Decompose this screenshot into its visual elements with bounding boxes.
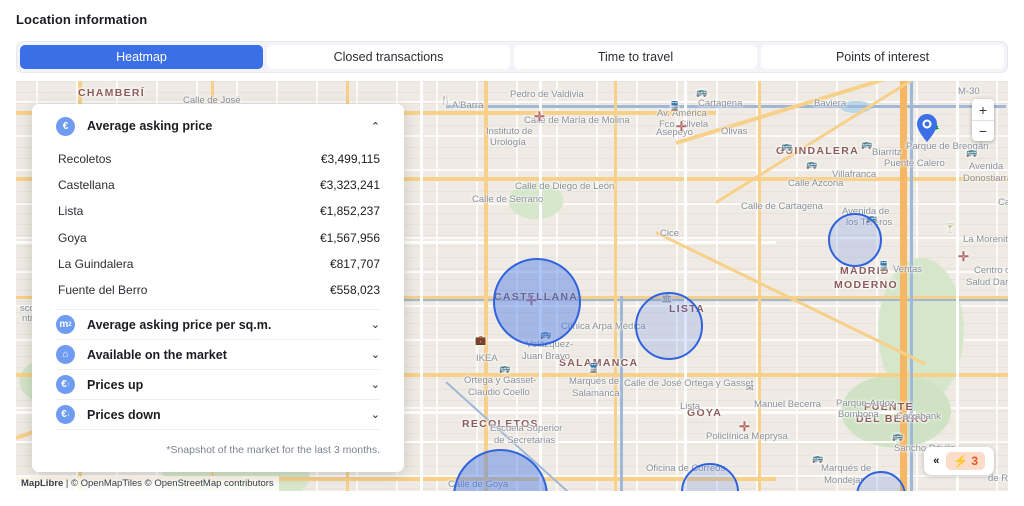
neighborhood-price: €558,023 <box>329 283 380 298</box>
panel-divider <box>56 429 380 444</box>
zoom-in-button[interactable]: + <box>972 99 994 120</box>
shop-icon: 💼 <box>475 335 487 345</box>
heatmap-circle[interactable] <box>828 213 882 267</box>
house-check-icon: ⌂ <box>56 345 75 365</box>
square-meter-icon: m2 <box>56 315 75 335</box>
neighborhood-price: €817,707 <box>329 256 380 271</box>
neighborhood-name: Fuente del Berro <box>58 283 148 298</box>
accordion-title: Prices down <box>87 407 161 422</box>
chevron-down-icon[interactable]: ⌄ <box>371 378 380 391</box>
neighborhood-name: Recoletos <box>58 152 112 167</box>
post-office-icon: ✉ <box>746 383 754 393</box>
hospital-icon: ✛ <box>534 109 545 124</box>
panel-footnote: *Snapshot of the market for the last 3 m… <box>166 444 380 456</box>
map-attribution: MapLibre | © OpenMapTiles © OpenStreetMa… <box>16 476 279 491</box>
accordion-prices-down[interactable]: € ↓ Prices down ⌄ <box>56 399 380 429</box>
accordion-average-asking-price[interactable]: € Average asking price ⌃ <box>56 104 380 148</box>
list-item: Goya €1,567,956 <box>56 225 380 251</box>
neighborhood-name: Goya <box>58 230 87 245</box>
zoom-out-button[interactable]: − <box>972 120 994 141</box>
location-information-page: Location information Heatmap Closed tran… <box>0 0 1024 506</box>
average-asking-price-list: Recoletos €3,499,115 Castellana €3,323,2… <box>56 146 380 303</box>
accordion-available-on-market[interactable]: ⌂ Available on the market ⌄ <box>56 339 380 369</box>
map-pin-icon[interactable] <box>917 114 937 142</box>
bus-stop-icon: 🚌 <box>812 453 824 463</box>
list-item: La Guindalera €817,707 <box>56 251 380 277</box>
heatmap-circle[interactable] <box>493 258 581 346</box>
attribution-rest: | © OpenMapTiles © OpenStreetMap contrib… <box>63 478 274 489</box>
collapse-panel-button[interactable]: « <box>933 455 939 467</box>
accordion-title: Available on the market <box>87 347 227 362</box>
tab-time-to-travel[interactable]: Time to travel <box>514 45 757 69</box>
chevron-down-icon[interactable]: ⌄ <box>371 318 380 331</box>
heatmap-circle[interactable] <box>635 292 703 360</box>
accordion-price-per-sqm[interactable]: m2 Average asking price per sq.m. ⌄ <box>56 309 380 339</box>
neighborhood-price: €1,567,956 <box>319 230 380 245</box>
neighborhood-name: La Guindalera <box>58 256 134 271</box>
tab-heatmap[interactable]: Heatmap <box>20 45 263 69</box>
map-zoom-controls: + − <box>972 99 994 141</box>
bus-stop-icon: 🚌 <box>966 147 978 157</box>
bus-stop-icon: 🚌 <box>499 363 511 373</box>
restaurant-icon: 🍴 <box>440 95 452 105</box>
list-item: Castellana €3,323,241 <box>56 172 380 198</box>
tab-closed-transactions[interactable]: Closed transactions <box>267 45 510 69</box>
neighborhood-price: €3,499,115 <box>320 152 380 167</box>
accordion-title: Average asking price <box>87 119 213 133</box>
hospital-icon: ✛ <box>958 249 969 264</box>
bar-icon: 🍸 <box>944 223 956 233</box>
map-view-tabs: Heatmap Closed transactions Time to trav… <box>16 41 1008 73</box>
euro-icon: € <box>56 116 75 136</box>
list-item: Fuente del Berro €558,023 <box>56 277 380 303</box>
tab-points-of-interest[interactable]: Points of interest <box>761 45 1004 69</box>
accordion-title: Prices up <box>87 377 144 392</box>
chevron-down-icon[interactable]: ⌄ <box>371 348 380 361</box>
euro-down-icon: € ↓ <box>56 405 75 425</box>
accordion-title: Average asking price per sq.m. <box>87 317 272 332</box>
bus-stop-icon: 🚌 <box>861 139 873 149</box>
bus-stop-icon: 🚌 <box>806 159 818 169</box>
neighborhood-name: Lista <box>58 204 84 219</box>
map-bottom-controls: « ⚡ 3 <box>924 447 994 475</box>
highlights-badge[interactable]: ⚡ 3 <box>946 452 985 470</box>
bolt-count: 3 <box>971 454 978 468</box>
list-item: Recoletos €3,499,115 <box>56 146 380 172</box>
neighborhood-price: €3,323,241 <box>319 178 380 193</box>
euro-up-icon: € ↑ <box>56 375 75 395</box>
chevron-down-icon[interactable]: ⌄ <box>371 408 380 421</box>
bus-stop-icon: 🚌 <box>892 431 904 441</box>
train-icon: 🚆 <box>669 101 681 111</box>
hospital-icon: ✛ <box>739 419 750 434</box>
bus-stop-icon: 🚌 <box>781 141 793 151</box>
attribution-brand[interactable]: MapLibre <box>21 478 63 489</box>
accordion-prices-up[interactable]: € ↑ Prices up ⌄ <box>56 369 380 399</box>
neighborhood-price: €1,852,237 <box>319 204 380 219</box>
market-stats-panel: € Average asking price ⌃ Recoletos €3,49… <box>32 104 404 472</box>
metro-icon: 🚆 <box>878 261 890 271</box>
page-title: Location information <box>16 12 148 27</box>
neighborhood-name: Castellana <box>58 178 115 193</box>
bolt-icon: ⚡ <box>953 454 969 468</box>
bus-stop-icon: 🚌 <box>696 87 708 97</box>
list-item: Lista €1,852,237 <box>56 198 380 224</box>
hospital-icon: ✛ <box>676 119 687 134</box>
metro-icon: 🚆 <box>588 363 600 373</box>
chevron-up-icon[interactable]: ⌃ <box>371 120 380 133</box>
